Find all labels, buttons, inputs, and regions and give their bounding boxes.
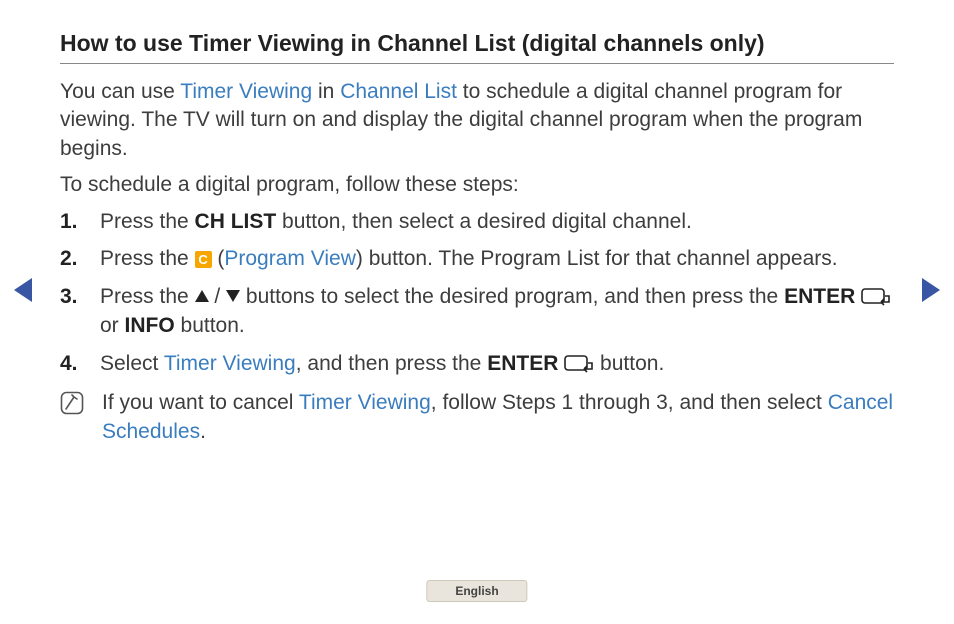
step-number: 3.: [60, 282, 100, 341]
text: in: [312, 80, 340, 103]
list-item: 3. Press the / buttons to select the des…: [60, 282, 894, 341]
step-body: Press the C (Program View) button. The P…: [100, 244, 894, 273]
step-body: Press the / buttons to select the desire…: [100, 282, 894, 341]
note-body: If you want to cancel Timer Viewing, fol…: [102, 388, 894, 447]
text: , and then press the: [296, 352, 487, 375]
note-icon: [60, 391, 84, 415]
note-icon-cell: [60, 388, 102, 447]
text: Press the: [100, 285, 195, 308]
next-page-button[interactable]: [922, 278, 940, 302]
list-item: 4. Select Timer Viewing, and then press …: [60, 349, 894, 378]
link-timer-viewing: Timer Viewing: [164, 352, 296, 375]
link-program-view: Program View: [224, 247, 356, 270]
link-timer-viewing: Timer Viewing: [299, 391, 431, 414]
step-body: Press the CH LIST button, then select a …: [100, 207, 894, 236]
language-badge[interactable]: English: [426, 580, 527, 602]
intro-paragraph: You can use Timer Viewing in Channel Lis…: [60, 78, 894, 163]
text: /: [209, 285, 227, 308]
text: If you want to cancel: [102, 391, 299, 414]
text: Press the: [100, 210, 195, 233]
steps-label: To schedule a digital program, follow th…: [60, 173, 894, 197]
link-channel-list: Channel List: [340, 80, 457, 103]
text: (: [212, 247, 225, 270]
down-arrow-icon: [226, 290, 240, 302]
text: button.: [594, 352, 664, 375]
text: .: [200, 420, 206, 443]
text: Select: [100, 352, 164, 375]
button-label-enter: ENTER: [784, 285, 855, 308]
list-item: 2. Press the C (Program View) button. Th…: [60, 244, 894, 273]
step-number: 2.: [60, 244, 100, 273]
page-title: How to use Timer Viewing in Channel List…: [60, 30, 894, 64]
text: button. The Program List for that channe…: [363, 247, 838, 270]
enter-icon: [564, 355, 594, 373]
text: button.: [175, 314, 245, 337]
note-row: If you want to cancel Timer Viewing, fol…: [60, 388, 894, 447]
prev-page-button[interactable]: [14, 278, 32, 302]
step-body: Select Timer Viewing, and then press the…: [100, 349, 894, 378]
link-timer-viewing: Timer Viewing: [180, 80, 312, 103]
text: , follow Steps 1 through 3, and then sel…: [431, 391, 828, 414]
text: or: [100, 314, 125, 337]
c-button-icon: C: [195, 251, 212, 268]
text: Press the: [100, 247, 195, 270]
list-item: 1. Press the CH LIST button, then select…: [60, 207, 894, 236]
step-number: 4.: [60, 349, 100, 378]
text: buttons to select the desired program, a…: [240, 285, 784, 308]
button-label-enter: ENTER: [487, 352, 558, 375]
text: You can use: [60, 80, 180, 103]
steps-list: 1. Press the CH LIST button, then select…: [60, 207, 894, 378]
button-label-ch-list: CH LIST: [195, 210, 277, 233]
step-number: 1.: [60, 207, 100, 236]
text: ): [356, 247, 363, 270]
text: button, then select a desired digital ch…: [276, 210, 692, 233]
up-arrow-icon: [195, 290, 209, 302]
button-label-info: INFO: [125, 314, 175, 337]
enter-icon: [861, 288, 891, 306]
